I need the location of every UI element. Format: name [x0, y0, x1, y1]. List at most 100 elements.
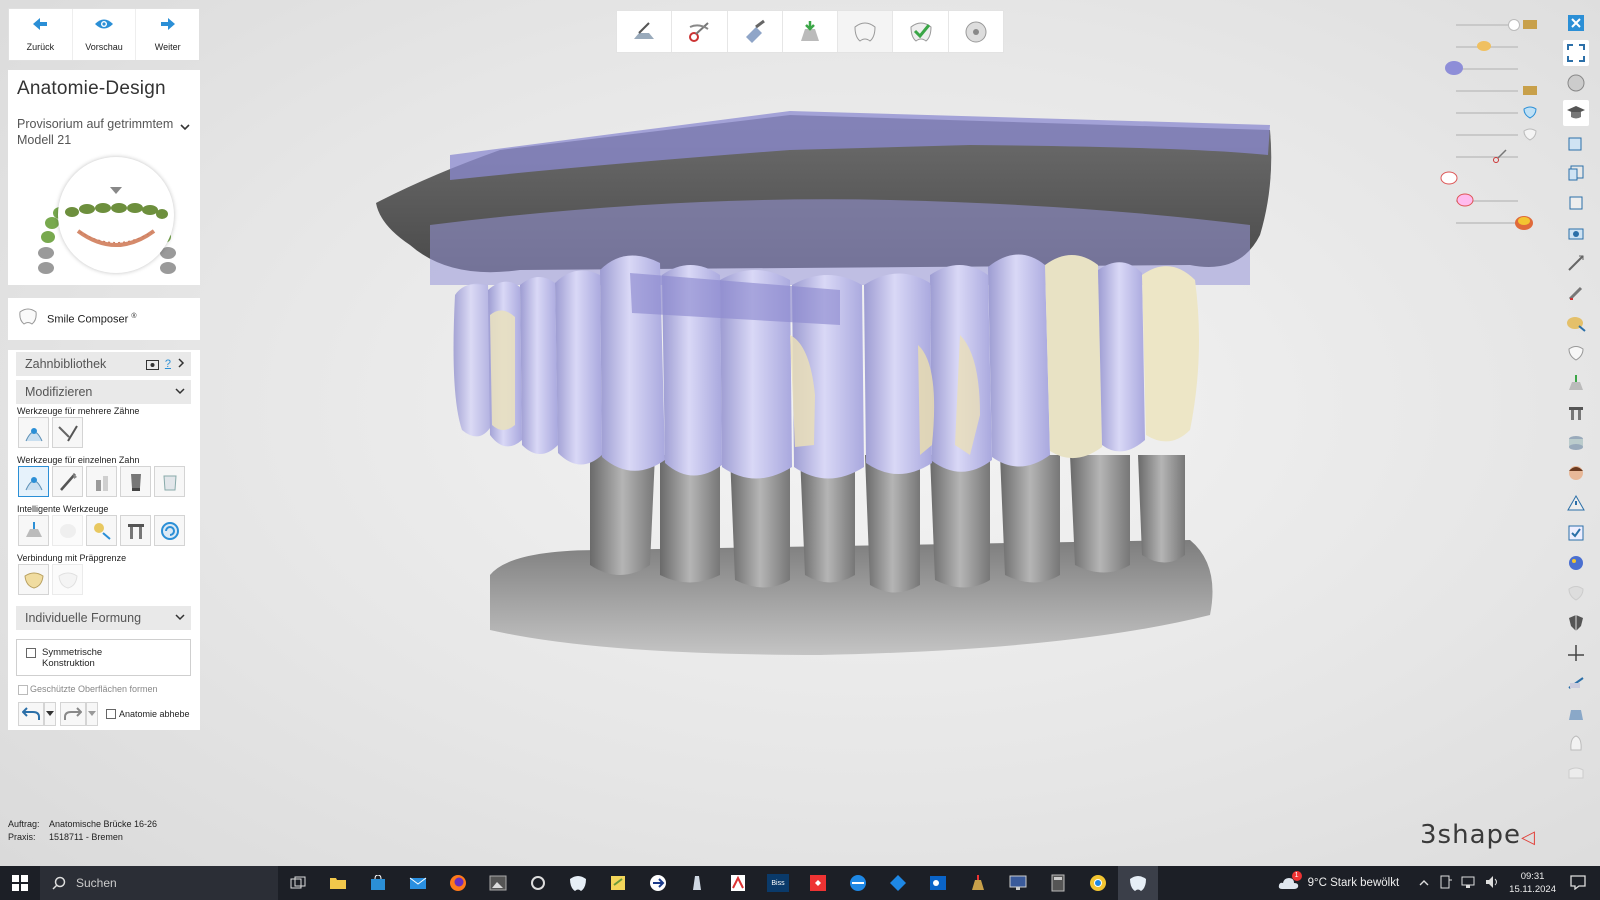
cylinder-view-button[interactable] — [1563, 430, 1589, 456]
slider-antagonist[interactable] — [1448, 102, 1538, 124]
start-button[interactable] — [0, 866, 40, 900]
notes-app[interactable] — [598, 866, 638, 900]
antagonist-view-button[interactable] — [1563, 340, 1589, 366]
dental-lab-app[interactable] — [958, 866, 998, 900]
remote-app[interactable] — [638, 866, 678, 900]
task-view-button[interactable] — [278, 866, 318, 900]
margin-view-button[interactable] — [1563, 310, 1589, 336]
cortana-app[interactable] — [518, 866, 558, 900]
view-front-button[interactable] — [1563, 130, 1589, 156]
close-view-button[interactable] — [1563, 10, 1589, 36]
print-model-button[interactable] — [1563, 700, 1589, 726]
tutorial-button[interactable] — [1563, 100, 1589, 126]
teamviewer-app[interactable] — [838, 866, 878, 900]
workflow-step-anatomy[interactable] — [838, 11, 894, 52]
chrome-app[interactable] — [1078, 866, 1118, 900]
pen-tool-button[interactable] — [1563, 280, 1589, 306]
occlusion-tool[interactable] — [52, 515, 83, 546]
notification-icon[interactable] — [1570, 874, 1586, 893]
jaw-view-circle[interactable] — [58, 157, 174, 273]
smile-composer-button[interactable]: Smile Composer ® — [8, 298, 200, 340]
warning-view-button[interactable] — [1563, 490, 1589, 516]
network-icon[interactable] — [1461, 875, 1477, 892]
biss-app[interactable]: Biss — [758, 866, 798, 900]
slider-trim[interactable] — [1448, 146, 1538, 168]
help-link[interactable]: ? — [165, 358, 171, 370]
multi-tooth-sculpt-tool[interactable] — [52, 417, 83, 448]
firefox-app[interactable] — [438, 866, 478, 900]
preview-button[interactable]: Vorschau — [73, 9, 137, 60]
axis-view-button[interactable] — [1563, 640, 1589, 666]
next-button[interactable]: Weiter — [136, 9, 199, 60]
workflow-step-finish[interactable] — [949, 11, 1003, 52]
symmetric-construction-checkbox[interactable] — [26, 648, 36, 658]
contact-adjust-tool[interactable] — [18, 515, 49, 546]
tooth-library-header[interactable]: Zahnbibliothek ? — [16, 352, 191, 376]
fullscreen-button[interactable] — [1563, 40, 1589, 66]
face-view-button[interactable] — [1563, 460, 1589, 486]
taskbar-search[interactable]: Suchen — [40, 866, 278, 900]
individual-shaping-header[interactable]: Individuelle Formung — [16, 606, 191, 630]
undo-dropdown[interactable] — [44, 702, 56, 726]
cut-tool[interactable] — [154, 466, 185, 497]
dropbox-app[interactable] — [878, 866, 918, 900]
clip-view-button[interactable] — [1563, 670, 1589, 696]
measure-button[interactable] — [1563, 250, 1589, 276]
3d-viewport[interactable] — [370, 95, 1300, 685]
shield-view-button[interactable] — [1563, 610, 1589, 636]
view-top-button[interactable] — [1563, 190, 1589, 216]
monitor-app[interactable] — [998, 866, 1038, 900]
library-preview-icon[interactable] — [146, 359, 159, 373]
smooth-tool[interactable] — [120, 466, 151, 497]
check-view-button[interactable] — [1563, 520, 1589, 546]
chevron-right-icon[interactable] — [178, 357, 185, 371]
snapshot-button[interactable] — [1563, 220, 1589, 246]
weather-text[interactable]: 9°C Stark bewölkt — [1308, 877, 1400, 889]
tooth-arch-selector[interactable] — [8, 153, 200, 285]
workflow-step-prep[interactable] — [728, 11, 783, 52]
add-material-tool[interactable] — [86, 466, 117, 497]
image-viewer-app[interactable] — [478, 866, 518, 900]
workflow-step-insertion[interactable] — [783, 11, 839, 52]
color-view-button[interactable] — [1563, 550, 1589, 576]
rotate-view-button[interactable] — [1563, 70, 1589, 96]
dental-system-app[interactable] — [558, 866, 598, 900]
restoration-selector[interactable]: Provisorium auf getrimmtem Modell 21 — [17, 116, 187, 148]
anydesk-app[interactable] — [798, 866, 838, 900]
insertion-view-button[interactable] — [1563, 370, 1589, 396]
slider-color-map[interactable] — [1448, 212, 1538, 234]
slider-margin[interactable] — [1448, 190, 1538, 212]
outlook-app[interactable] — [918, 866, 958, 900]
chevron-down-icon[interactable] — [175, 612, 185, 624]
workflow-step-scan[interactable] — [617, 11, 673, 52]
single-tooth-transform-tool[interactable] — [18, 466, 49, 497]
crossbar-tool[interactable] — [120, 515, 151, 546]
mail-app[interactable] — [398, 866, 438, 900]
store-app[interactable] — [358, 866, 398, 900]
slider-restoration[interactable] — [1445, 58, 1538, 80]
section-view-button[interactable] — [1563, 400, 1589, 426]
scanner-app[interactable] — [678, 866, 718, 900]
slider-gingiva[interactable] — [1440, 168, 1538, 190]
dental-designer-app[interactable] — [1118, 866, 1158, 900]
morph-tool[interactable] — [154, 515, 185, 546]
volume-icon[interactable] — [1485, 875, 1501, 892]
device-icon[interactable] — [1439, 875, 1453, 892]
anatomy-lift-checkbox[interactable] — [106, 709, 116, 719]
protected-surfaces-checkbox[interactable] — [18, 685, 28, 695]
pdf-app[interactable] — [718, 866, 758, 900]
slider-adjacent[interactable] — [1448, 124, 1538, 146]
slider-upper-model[interactable] — [1448, 14, 1538, 36]
margin-connect-tool[interactable] — [18, 564, 49, 595]
jaw-view-button[interactable] — [1563, 760, 1589, 786]
workflow-step-trim[interactable] — [672, 11, 728, 52]
view-side-button[interactable] — [1563, 160, 1589, 186]
chevron-down-icon[interactable] — [180, 122, 190, 134]
back-button[interactable]: Zurück — [9, 9, 73, 60]
clock[interactable]: 09:31 15.11.2024 — [1509, 870, 1556, 896]
ghost-tooth-button[interactable] — [1563, 580, 1589, 606]
margin-smooth-tool[interactable] — [52, 564, 83, 595]
modify-section-header[interactable]: Modifizieren — [16, 380, 191, 404]
chevron-down-icon[interactable] — [175, 386, 185, 398]
single-tooth-view-button[interactable] — [1563, 730, 1589, 756]
